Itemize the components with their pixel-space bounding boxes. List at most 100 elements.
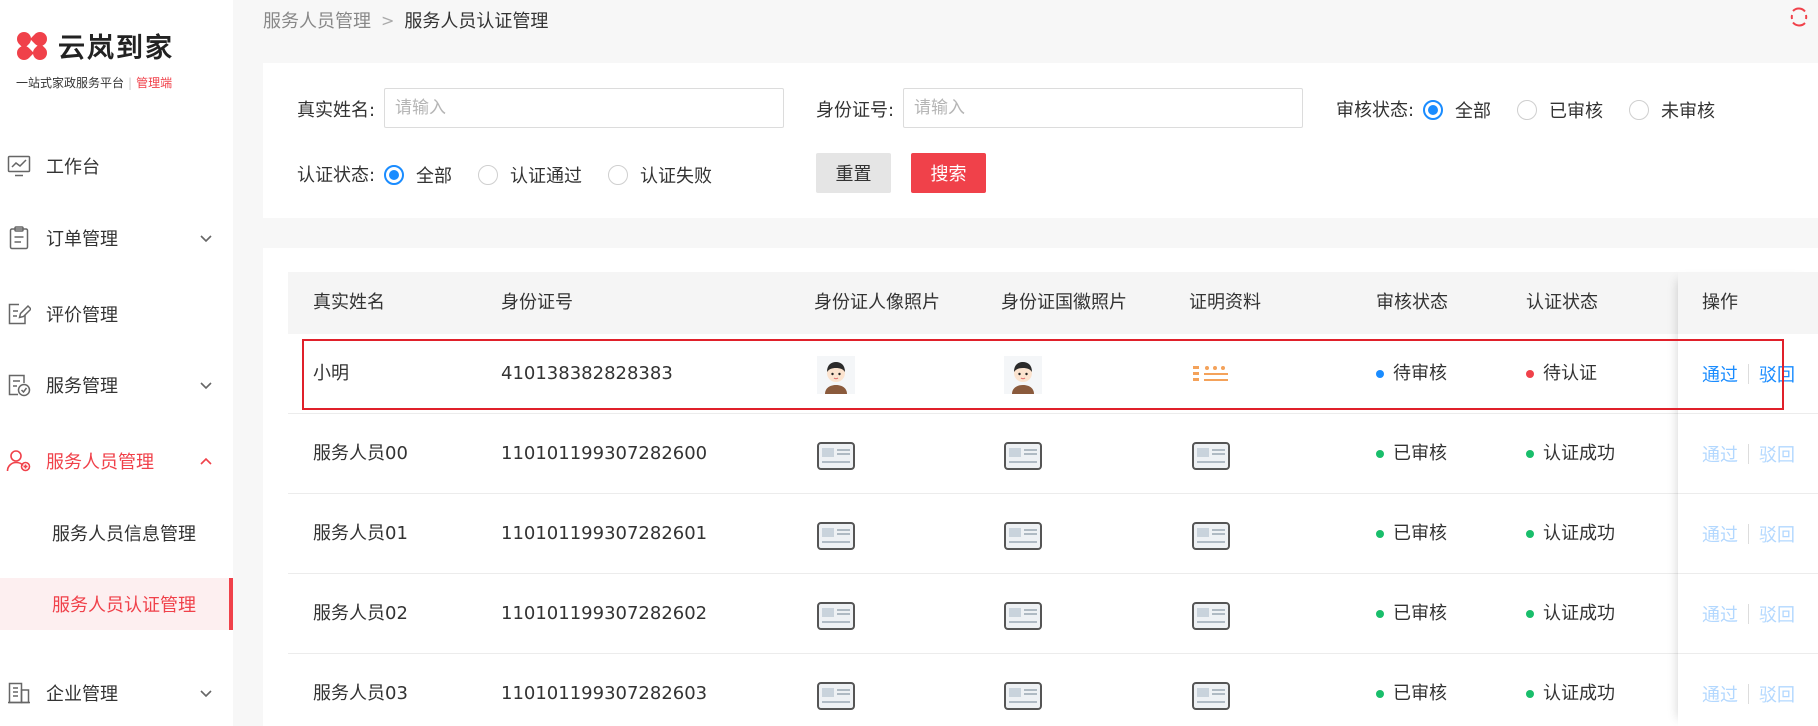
status-dot <box>1376 450 1384 458</box>
proof-docs-image[interactable] <box>1192 681 1230 719</box>
cell-id-number: 110101199307282603 <box>501 683 708 704</box>
table-row: 小明 410138382828383 待审核 待认证 <box>288 334 1818 414</box>
proof-docs-image[interactable] <box>1192 601 1230 639</box>
review-radio-reviewed[interactable]: 已审核 <box>1517 97 1603 123</box>
cert-radio-all[interactable]: 全部 <box>384 162 452 188</box>
id-front-card-image[interactable] <box>817 521 855 559</box>
status-text: 待审核 <box>1393 363 1447 384</box>
proof-docs-image[interactable] <box>1192 364 1230 402</box>
cell-review-status: 待审核 <box>1376 334 1447 414</box>
table-row: 服务人员02 110101199307282602 已审核 认证成功 <box>288 574 1818 654</box>
reject-button[interactable]: 驳回 <box>1759 521 1795 547</box>
cert-radio-passed[interactable]: 认证通过 <box>478 162 582 188</box>
id-front-card-image[interactable] <box>817 441 855 479</box>
slogan-text: 一站式家政服务平台 <box>16 76 125 90</box>
status-text: 已审核 <box>1393 603 1447 624</box>
cert-radio-failed[interactable]: 认证失败 <box>608 162 712 188</box>
table-row: 服务人员03 110101199307282603 已审核 认证成功 <box>288 654 1818 726</box>
cell-name: 服务人员00 <box>313 443 408 464</box>
status-dot <box>1526 610 1534 618</box>
proof-docs-image[interactable] <box>1192 521 1230 559</box>
status-text: 已审核 <box>1393 443 1447 464</box>
approve-button[interactable]: 通过 <box>1702 681 1738 707</box>
radio-label: 已审核 <box>1549 101 1603 122</box>
column-header-cert-status: 认证状态 <box>1526 292 1598 313</box>
reject-button[interactable]: 驳回 <box>1759 681 1795 707</box>
cell-id-number: 110101199307282600 <box>501 443 708 464</box>
status-dot <box>1376 610 1384 618</box>
id-back-card-image[interactable] <box>1004 681 1042 719</box>
status-dot <box>1526 450 1534 458</box>
column-header-id-front-photo: 身份证人像照片 <box>814 292 940 313</box>
approve-button[interactable]: 通过 <box>1702 601 1738 627</box>
sidebar-subitem-staff-info[interactable]: 服务人员信息管理 <box>0 507 233 559</box>
sidebar-subitem-label: 服务人员认证管理 <box>52 595 196 616</box>
action-divider <box>1748 444 1749 464</box>
breadcrumb-parent[interactable]: 服务人员管理 <box>263 7 371 33</box>
sidebar-subitem-label: 服务人员信息管理 <box>52 524 196 545</box>
cell-review-status: 已审核 <box>1376 494 1447 574</box>
refresh-icon[interactable] <box>1788 6 1810 28</box>
id-back-card-image[interactable] <box>1004 601 1042 639</box>
reject-button[interactable]: 驳回 <box>1759 361 1795 387</box>
breadcrumb-separator: > <box>381 10 395 30</box>
proof-docs-image[interactable] <box>1192 441 1230 479</box>
slogan: 一站式家政服务平台 | 管理端 <box>16 74 172 91</box>
status-dot <box>1376 530 1384 538</box>
name-input[interactable] <box>384 88 784 128</box>
filter-panel: 真实姓名: 身份证号: 审核状态: 全部 已审核 未审核 认证状态: 全部 认证… <box>263 63 1818 218</box>
row-actions: 通过 驳回 <box>1702 654 1795 726</box>
approve-button[interactable]: 通过 <box>1702 441 1738 467</box>
approve-button[interactable]: 通过 <box>1702 361 1738 387</box>
sidebar-item-services[interactable]: 服务管理 <box>0 362 233 408</box>
sidebar-item-enterprise[interactable]: 企业管理 <box>0 670 233 716</box>
status-dot <box>1526 370 1534 378</box>
id-filter-label: 身份证号: <box>816 100 895 121</box>
name-filter-label: 真实姓名: <box>297 100 376 121</box>
cert-status-radio-group: 全部 认证通过 认证失败 <box>384 162 738 188</box>
status-text: 待认证 <box>1543 363 1597 384</box>
logo: 云岚到家 <box>14 26 174 65</box>
status-dot <box>1526 530 1534 538</box>
row-actions: 通过 驳回 <box>1702 414 1795 494</box>
id-back-card-image[interactable] <box>1004 521 1042 559</box>
sidebar-subitem-staff-certification[interactable]: 服务人员认证管理 <box>0 578 233 630</box>
sidebar-item-dashboard[interactable]: 工作台 <box>0 143 233 189</box>
status-text: 认证成功 <box>1543 523 1615 544</box>
cell-review-status: 已审核 <box>1376 654 1447 726</box>
radio-label: 未审核 <box>1661 101 1715 122</box>
id-number-input[interactable] <box>903 88 1303 128</box>
id-back-card-image[interactable] <box>1004 441 1042 479</box>
status-text: 已审核 <box>1393 683 1447 704</box>
status-text: 认证成功 <box>1543 683 1615 704</box>
id-front-card-image[interactable] <box>817 601 855 639</box>
column-header-review-status: 审核状态 <box>1376 292 1448 313</box>
review-radio-unreviewed[interactable]: 未审核 <box>1629 97 1715 123</box>
cell-id-number: 110101199307282602 <box>501 603 708 624</box>
sidebar-item-staff[interactable]: 服务人员管理 <box>0 438 233 484</box>
column-header-id-number: 身份证号 <box>501 292 573 313</box>
reject-button[interactable]: 驳回 <box>1759 441 1795 467</box>
id-front-avatar-image[interactable] <box>817 356 855 394</box>
approve-button[interactable]: 通过 <box>1702 521 1738 547</box>
sidebar-item-orders[interactable]: 订单管理 <box>0 215 233 261</box>
search-button[interactable]: 搜索 <box>911 153 986 193</box>
reject-button[interactable]: 驳回 <box>1759 601 1795 627</box>
id-back-avatar-image[interactable] <box>1004 356 1042 394</box>
logo-flower-icon <box>14 28 52 63</box>
cell-name: 服务人员03 <box>313 683 408 704</box>
status-dot <box>1376 370 1384 378</box>
reset-button[interactable]: 重置 <box>816 153 891 193</box>
sidebar-item-reviews[interactable]: 评价管理 <box>0 291 233 337</box>
id-front-card-image[interactable] <box>817 681 855 719</box>
user-group-icon <box>6 449 32 473</box>
cell-name: 服务人员01 <box>313 523 408 544</box>
radio-dot <box>608 165 628 185</box>
review-radio-all[interactable]: 全部 <box>1423 97 1491 123</box>
cell-name: 小明 <box>313 363 349 384</box>
breadcrumb-current: 服务人员认证管理 <box>404 11 549 32</box>
service-check-icon <box>6 373 32 397</box>
clipboard-icon <box>6 226 32 250</box>
chevron-down-icon <box>195 227 217 249</box>
cell-id-number: 110101199307282601 <box>501 523 708 544</box>
